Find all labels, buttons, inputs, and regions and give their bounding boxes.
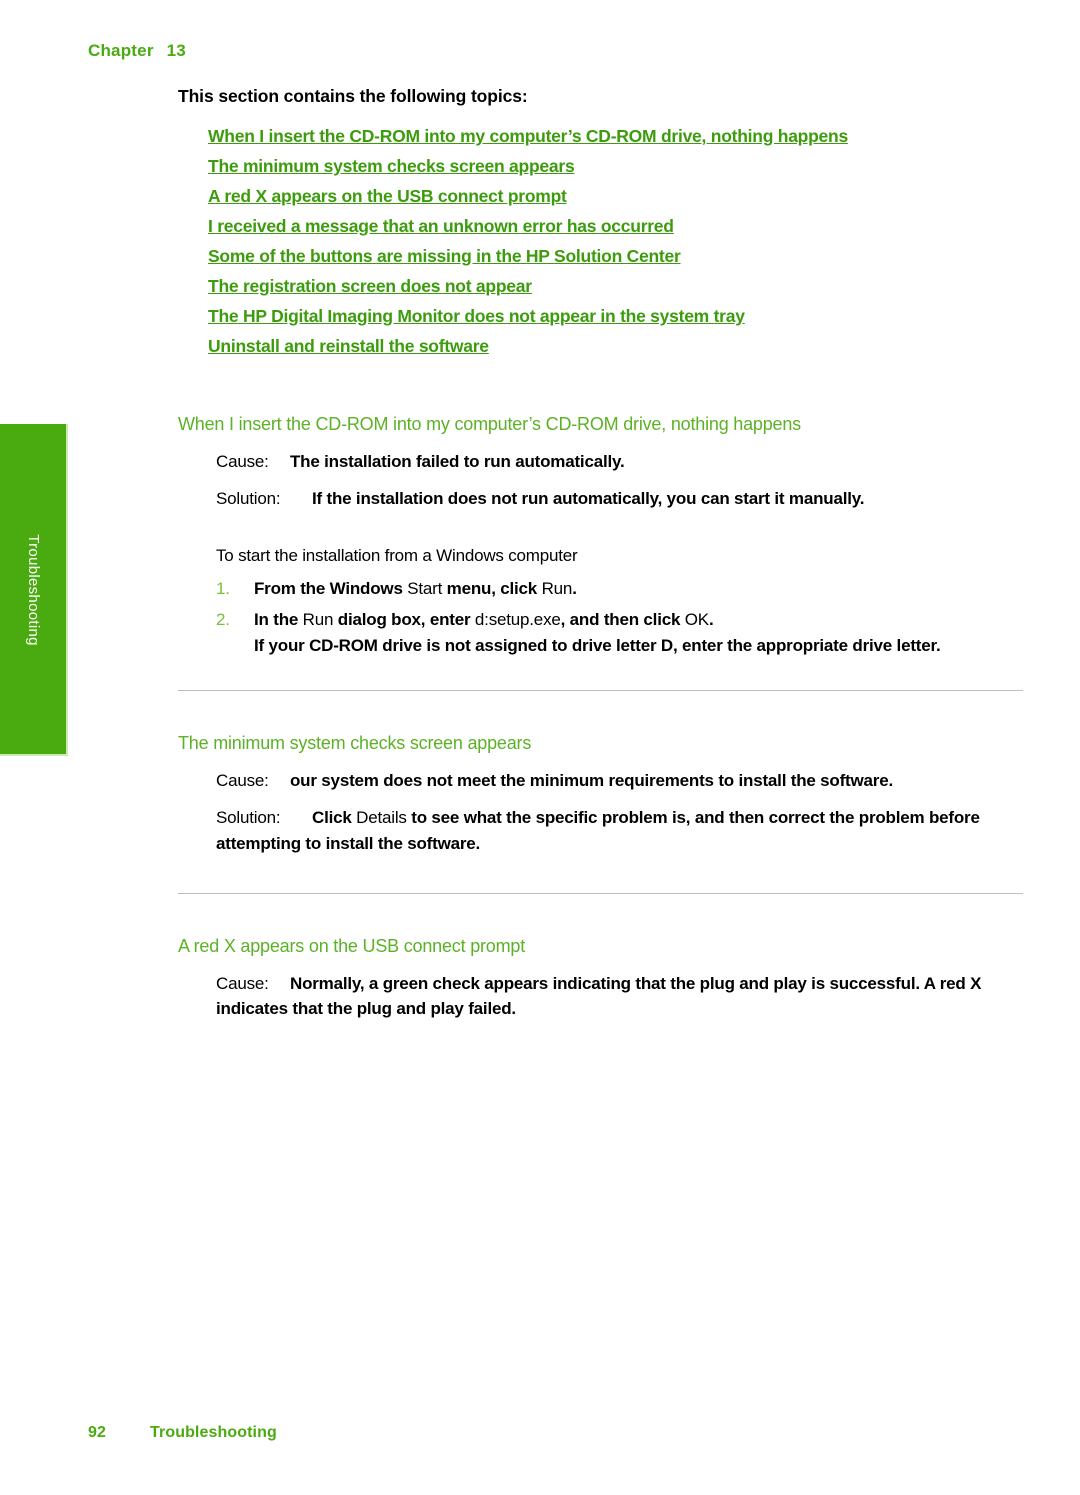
side-thumb-tab: Troubleshooting bbox=[0, 424, 68, 756]
text-run: . bbox=[572, 578, 577, 598]
list-item: From the Windows Start menu, click Run. bbox=[216, 576, 1023, 602]
solution-text: If the installation does not run automat… bbox=[312, 488, 865, 508]
procedure-title: To start the installation from a Windows… bbox=[216, 545, 578, 565]
procedure-steps: From the Windows Start menu, click Run. … bbox=[216, 576, 1023, 659]
toc-link-0[interactable]: When I insert the CD-ROM into my compute… bbox=[208, 126, 848, 146]
text-run: In the bbox=[254, 610, 303, 630]
toc-link-2[interactable]: A red X appears on the USB connect promp… bbox=[208, 186, 567, 206]
ui-element-name: OK bbox=[684, 610, 709, 630]
text-run: dialog box, enter bbox=[333, 610, 475, 630]
intro-heading: This section contains the following topi… bbox=[178, 86, 528, 106]
list-item: In the Run dialog box, enter d:setup.exe… bbox=[216, 607, 1023, 659]
cause-text: our system does not meet the minimum req… bbox=[290, 771, 893, 791]
solution-label: Solution: bbox=[216, 488, 281, 508]
list-item: When I insert the CD-ROM into my compute… bbox=[208, 126, 1023, 147]
list-item: A red X appears on the USB connect promp… bbox=[208, 186, 1023, 207]
page-content: This section contains the following topi… bbox=[178, 86, 1023, 1033]
text-run: menu, click bbox=[442, 578, 542, 598]
list-item: The minimum system checks screen appears bbox=[208, 156, 1023, 177]
cause-label: Cause: bbox=[216, 771, 269, 791]
section-minimum-system-checks: The minimum system checks screen appears… bbox=[178, 733, 1023, 935]
section-heading: The minimum system checks screen appears bbox=[178, 733, 532, 754]
list-item: The registration screen does not appear bbox=[208, 276, 1023, 297]
toc-link-3[interactable]: I received a message that an unknown err… bbox=[208, 216, 674, 236]
document-page: Chapter 13 Troubleshooting This section c… bbox=[0, 0, 1080, 1495]
ui-element-name: Run bbox=[541, 578, 573, 598]
text-run: . bbox=[708, 610, 714, 630]
cause-label: Cause: bbox=[216, 973, 269, 993]
text-run: Click bbox=[312, 807, 357, 827]
section-heading: When I insert the CD-ROM into my compute… bbox=[178, 414, 801, 434]
step-sub-text: If your CD-ROM drive is not assigned to … bbox=[254, 636, 941, 656]
cause-text: Normally, a green check appears indicati… bbox=[216, 973, 982, 1019]
solution-text: Click Details to see what the specific p… bbox=[216, 808, 980, 853]
page-footer: 92 Troubleshooting bbox=[88, 1424, 277, 1442]
ui-element-name: Start bbox=[407, 578, 443, 598]
cause-text: The installation failed to run automatic… bbox=[290, 452, 625, 471]
ui-element-name: Run bbox=[302, 610, 334, 630]
text-run: , and then click bbox=[560, 610, 685, 630]
toc-link-7[interactable]: Uninstall and reinstall the software bbox=[208, 336, 489, 356]
chapter-label: Chapter bbox=[88, 41, 154, 60]
topics-list: When I insert the CD-ROM into my compute… bbox=[208, 126, 1023, 357]
list-item: The HP Digital Imaging Monitor does not … bbox=[208, 306, 1023, 327]
solution-block: Solution: If the installation does not ru… bbox=[216, 486, 1023, 512]
ui-element-name: Details bbox=[356, 807, 407, 827]
list-item: Uninstall and reinstall the software bbox=[208, 336, 1023, 357]
toc-link-6[interactable]: The HP Digital Imaging Monitor does not … bbox=[208, 306, 745, 326]
list-item: I received a message that an unknown err… bbox=[208, 216, 1023, 237]
cause-block: Cause: The installation failed to run aut… bbox=[216, 449, 1023, 475]
solution-label: Solution: bbox=[216, 807, 281, 827]
text-run: From the Windows bbox=[254, 578, 408, 598]
toc-link-5[interactable]: The registration screen does not appear bbox=[208, 276, 532, 296]
step-text: From the Windows Start menu, click Run. bbox=[254, 579, 577, 598]
cause-label: Cause: bbox=[216, 452, 269, 471]
list-item: Some of the buttons are missing in the H… bbox=[208, 246, 1023, 267]
footer-section-name: Troubleshooting bbox=[150, 1424, 277, 1441]
footer-page-number: 92 bbox=[88, 1424, 106, 1441]
section-cd-rom-nothing-happens: When I insert the CD-ROM into my compute… bbox=[178, 414, 1023, 733]
chapter-number: 13 bbox=[166, 41, 186, 60]
solution-block: Solution: Click Details to see what the s… bbox=[216, 805, 1023, 857]
toc-link-1[interactable]: The minimum system checks screen appears bbox=[208, 156, 575, 176]
chapter-running-head: Chapter 13 bbox=[88, 41, 186, 61]
cause-block: Cause: our system does not meet the minim… bbox=[216, 768, 1023, 794]
step-text: In the Run dialog box, enter d:setup.exe… bbox=[254, 610, 714, 630]
toc-link-4[interactable]: Some of the buttons are missing in the H… bbox=[208, 246, 681, 266]
section-heading: A red X appears on the USB connect promp… bbox=[178, 935, 526, 956]
cause-block: Cause: Normally, a green check appears in… bbox=[216, 971, 1023, 1023]
side-thumb-tab-label: Troubleshooting bbox=[25, 534, 43, 646]
section-red-x-usb-prompt: A red X appears on the USB connect promp… bbox=[178, 936, 1023, 1023]
ui-element-name: d:setup.exe bbox=[474, 610, 561, 630]
